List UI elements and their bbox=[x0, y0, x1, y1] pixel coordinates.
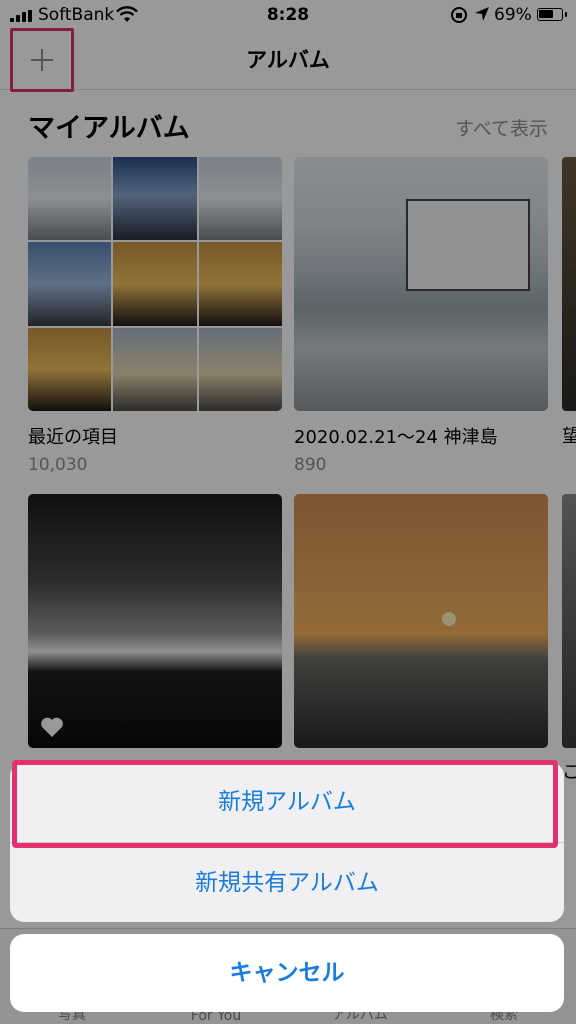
cancel-button[interactable]: キャンセル bbox=[10, 934, 564, 1012]
new-shared-album-button[interactable]: 新規共有アルバム bbox=[10, 842, 564, 922]
highlight-box bbox=[12, 760, 558, 848]
